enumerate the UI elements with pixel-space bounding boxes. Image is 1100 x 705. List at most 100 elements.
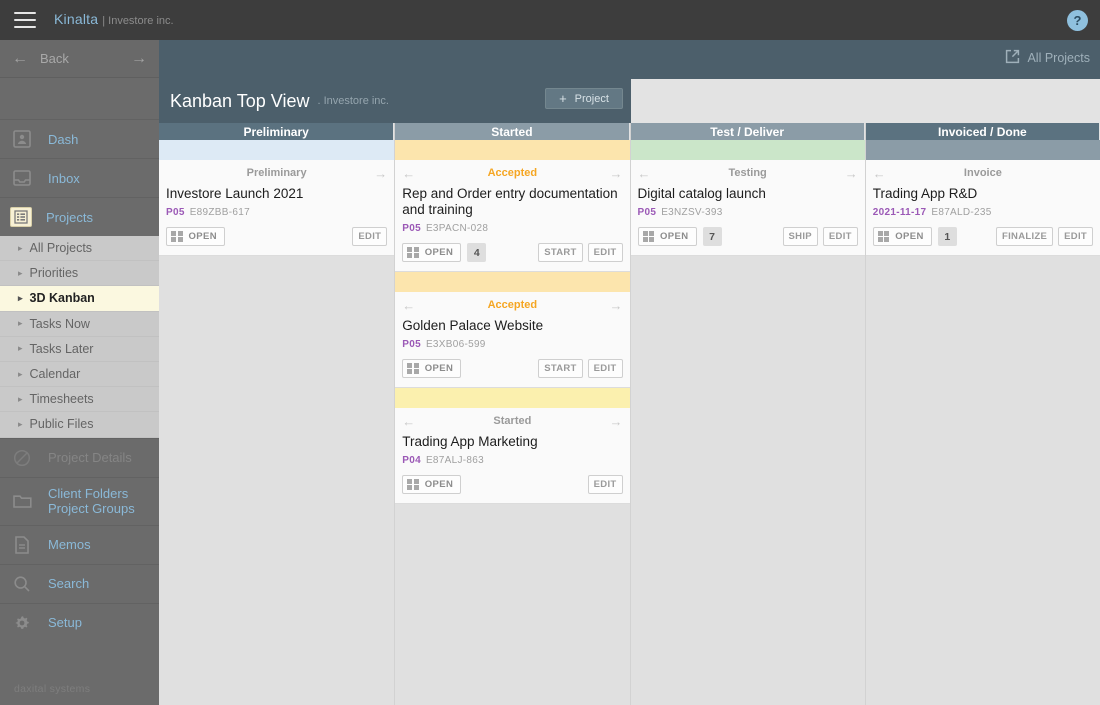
- action-button-edit[interactable]: EDIT: [588, 359, 623, 378]
- brand-name: Kinalta: [54, 11, 98, 27]
- sidebar-subitem-all-projects[interactable]: ▸ All Projects: [0, 236, 159, 261]
- card-actions: OPEN1FINALIZEEDIT: [873, 227, 1093, 246]
- sidebar-subitem-priorities[interactable]: ▸ Priorities: [0, 261, 159, 286]
- sidebar-item-dash[interactable]: Dash: [0, 119, 159, 158]
- card-status-row: ←Invoice: [873, 160, 1093, 182]
- sidebar-subitem-tasks-later[interactable]: ▸ Tasks Later: [0, 337, 159, 362]
- open-button[interactable]: OPEN: [638, 227, 697, 246]
- card-project-code: 2021-11-17: [873, 207, 927, 218]
- open-button[interactable]: OPEN: [402, 359, 461, 378]
- sidebar-subitem-3d-kanban[interactable]: ▸ 3D Kanban: [0, 286, 159, 311]
- sidebar-subitem-calendar[interactable]: ▸ Calendar: [0, 362, 159, 387]
- kanban-card[interactable]: ←Testing→ Digital catalog launch P05 E3NZSV…: [631, 140, 865, 256]
- column-body: Preliminary→ Investore Launch 2021 P05E89Z…: [159, 140, 394, 705]
- action-button-edit[interactable]: EDIT: [823, 227, 858, 246]
- grid-icon: [407, 363, 419, 375]
- page-title: Kanban Top View: [170, 91, 309, 112]
- move-right-icon[interactable]: →: [607, 298, 623, 313]
- open-label: OPEN: [660, 231, 689, 242]
- card-actions: OPEN EDIT: [402, 475, 622, 494]
- sidebar-item-memos[interactable]: Memos: [0, 525, 159, 564]
- open-button[interactable]: OPEN: [402, 243, 461, 262]
- sidebar-item-project-details: Project Details: [0, 438, 159, 477]
- sidebar-subitem-label: Tasks Now: [30, 317, 90, 331]
- card-title: Investore Launch 2021: [166, 186, 387, 202]
- move-left-icon[interactable]: ←: [402, 298, 418, 313]
- arrow-right-icon[interactable]: →: [131, 50, 147, 68]
- hamburger-icon[interactable]: [14, 12, 36, 28]
- move-left-icon[interactable]: ←: [402, 414, 418, 429]
- kanban-card[interactable]: ←Accepted→Rep and Order entry documentat…: [395, 140, 629, 272]
- action-button-start[interactable]: START: [538, 359, 582, 378]
- card-project-code: P04: [402, 455, 421, 466]
- action-button-ship[interactable]: SHIP: [783, 227, 818, 246]
- card-color-band: [395, 388, 629, 408]
- sidebar-subitem-tasks-now[interactable]: ▸ Tasks Now: [0, 312, 159, 337]
- column-body: ←Testing→ Digital catalog launch P05 E3NZSV…: [631, 140, 865, 705]
- grid-icon: [878, 231, 890, 243]
- open-button[interactable]: OPEN: [402, 475, 461, 494]
- sidebar-item-inbox[interactable]: Inbox: [0, 158, 159, 197]
- card-title: Digital catalog launch: [638, 186, 858, 202]
- main-content: All Projects Kanban Top View . Investore…: [159, 40, 1100, 705]
- kanban-column-started: Started←Accepted→Rep and Order entry doc…: [394, 123, 629, 705]
- sidebar-item-setup[interactable]: Setup: [0, 603, 159, 642]
- grid-icon: [643, 231, 655, 243]
- sidebar-item-client-folders[interactable]: Client FoldersProject Groups: [0, 477, 159, 525]
- move-right-icon[interactable]: →: [842, 166, 858, 181]
- arrow-left-icon: ←: [12, 50, 28, 68]
- sidebar-subitem-public-files[interactable]: ▸ Public Files: [0, 412, 159, 437]
- open-button[interactable]: OPEN: [166, 227, 225, 246]
- action-button-edit[interactable]: EDIT: [588, 475, 623, 494]
- card-ref-code: E3XB06-599: [426, 339, 486, 350]
- sidebar-subitem-label: Timesheets: [30, 392, 94, 406]
- gear-icon: [10, 612, 34, 634]
- add-project-button[interactable]: + Project: [545, 88, 623, 109]
- all-projects-link[interactable]: All Projects: [1005, 49, 1090, 67]
- card-meta: P05E89ZBB-617: [166, 207, 387, 218]
- sidebar-spacer: [0, 78, 159, 119]
- sidebar-item-projects[interactable]: Projects: [0, 197, 159, 236]
- move-right-icon[interactable]: →: [607, 166, 623, 181]
- kanban-card[interactable]: ←InvoiceTrading App R&D2021-11-17E87ALD-…: [866, 140, 1100, 256]
- card-actions: OPEN START EDIT: [402, 359, 622, 378]
- action-button-edit[interactable]: EDIT: [1058, 227, 1093, 246]
- open-label: OPEN: [425, 363, 454, 374]
- sidebar-subitem-timesheets[interactable]: ▸ Timesheets: [0, 387, 159, 412]
- card-ref-code: E3NZSV-393: [661, 207, 722, 218]
- card-status-label: Testing: [654, 167, 842, 179]
- grid-icon: [407, 479, 419, 491]
- back-button[interactable]: ← Back →: [0, 40, 159, 78]
- grid-icon: [171, 231, 183, 243]
- document-icon: [10, 534, 34, 556]
- kanban-card[interactable]: Preliminary→ Investore Launch 2021 P05E89Z…: [159, 140, 394, 256]
- card-ref-code: E3PACN-028: [426, 223, 488, 234]
- move-right-icon[interactable]: →: [607, 414, 623, 429]
- move-left-icon[interactable]: ←: [873, 166, 889, 181]
- kanban-card[interactable]: ←Accepted→Golden Palace WebsiteP05E3XB06…: [395, 272, 629, 388]
- action-button-edit[interactable]: EDIT: [352, 227, 387, 246]
- move-left-icon[interactable]: ←: [402, 166, 418, 181]
- sidebar-footer: daxital systems: [14, 683, 90, 695]
- card-status-row: Preliminary→: [166, 160, 387, 182]
- blocked-circle-icon: [10, 447, 34, 469]
- open-button[interactable]: OPEN: [873, 227, 932, 246]
- sidebar-subitem-label: Priorities: [30, 266, 79, 280]
- card-actions: OPEN7SHIPEDIT: [638, 227, 858, 246]
- all-projects-label: All Projects: [1027, 51, 1090, 65]
- card-project-code: P05: [638, 207, 657, 218]
- column-body: ←InvoiceTrading App R&D2021-11-17E87ALD-…: [866, 140, 1100, 705]
- card-title: Rep and Order entry documentation and tr…: [402, 186, 622, 218]
- sidebar-subitem-label: All Projects: [30, 241, 93, 255]
- column-header: Preliminary: [159, 123, 394, 140]
- sidebar-item-search[interactable]: Search: [0, 564, 159, 603]
- sidebar-item-label: Client FoldersProject Groups: [48, 486, 135, 516]
- action-button-start[interactable]: START: [538, 243, 582, 262]
- action-button-finalize[interactable]: FINALIZE: [996, 227, 1053, 246]
- action-button-edit[interactable]: EDIT: [588, 243, 623, 262]
- page-title-bar: Kanban Top View . Investore inc. + Proje…: [159, 79, 631, 123]
- move-right-icon[interactable]: →: [371, 166, 387, 181]
- kanban-card[interactable]: ←Started→Trading App MarketingP04E87ALJ-…: [395, 388, 629, 504]
- help-icon[interactable]: ?: [1067, 10, 1088, 31]
- move-left-icon[interactable]: ←: [638, 166, 654, 181]
